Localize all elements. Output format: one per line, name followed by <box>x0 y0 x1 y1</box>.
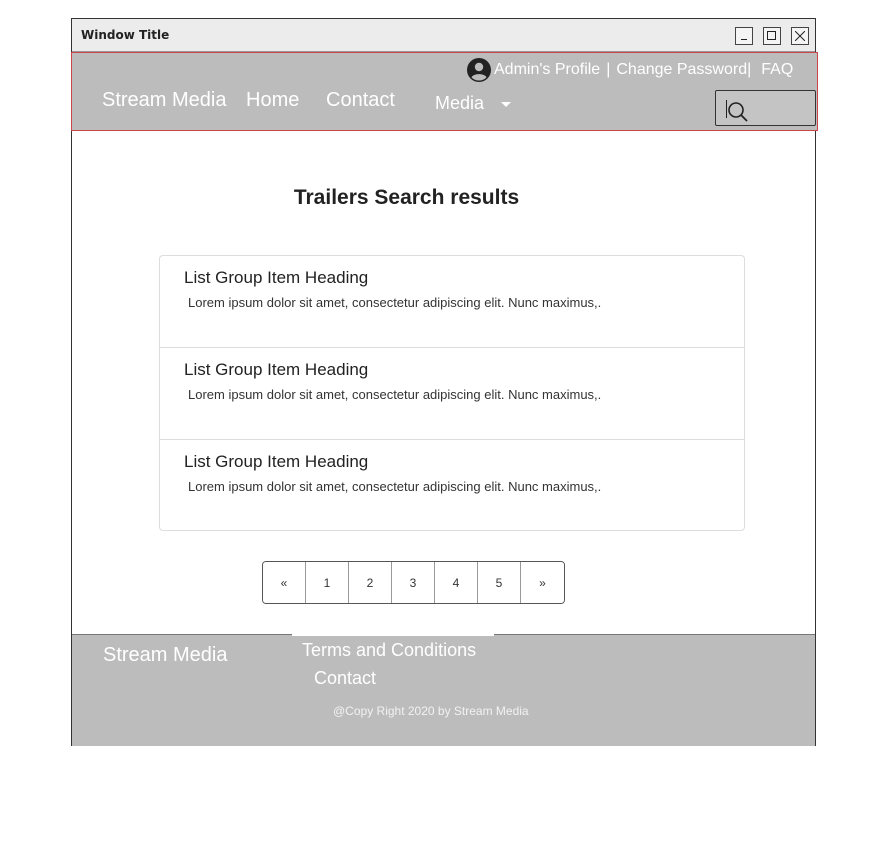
list-item-text: Lorem ipsum dolor sit amet, consectetur … <box>188 479 602 494</box>
separator: | <box>747 61 752 78</box>
list-item-heading: List Group Item Heading <box>184 360 369 379</box>
page-5-button[interactable]: 5 <box>478 562 521 603</box>
page-1-button[interactable]: 1 <box>306 562 349 603</box>
nav-media-dropdown[interactable]: Media <box>435 93 484 114</box>
page-next-button[interactable]: » <box>521 562 564 603</box>
chevron-down-icon[interactable] <box>501 102 511 107</box>
change-password-link[interactable]: Change Password <box>616 61 747 79</box>
admin-profile-link[interactable]: Admin's Profile <box>494 61 600 79</box>
search-input[interactable] <box>715 90 816 126</box>
page-prev-button[interactable]: « <box>263 562 306 603</box>
results-list: List Group Item Heading Lorem ipsum dolo… <box>159 255 745 531</box>
list-item-heading: List Group Item Heading <box>184 452 369 471</box>
list-item-text: Lorem ipsum dolor sit amet, consectetur … <box>188 295 602 310</box>
list-item-text: Lorem ipsum dolor sit amet, consectetur … <box>188 387 602 402</box>
pagination: « 1 2 3 4 5 » <box>262 561 565 604</box>
list-item[interactable]: List Group Item Heading Lorem ipsum dolo… <box>160 440 744 530</box>
page-4-button[interactable]: 4 <box>435 562 478 603</box>
footer-links: Terms and Conditions Contact <box>292 633 494 695</box>
maximize-button[interactable] <box>763 27 781 45</box>
page-title: Trailers Search results <box>293 186 520 209</box>
faq-link[interactable]: FAQ <box>761 61 793 79</box>
page-3-button[interactable]: 3 <box>392 562 435 603</box>
title-bar: Window Title <box>72 19 815 52</box>
footer-contact-link[interactable]: Contact <box>314 668 376 689</box>
footer-brand[interactable]: Stream Media <box>103 644 228 667</box>
nav-home-link[interactable]: Home <box>246 89 299 112</box>
profile-row: Admin's Profile | Change Password | FAQ <box>467 58 793 82</box>
minimize-button[interactable] <box>735 27 753 45</box>
navbar: Admin's Profile | Change Password | FAQ … <box>71 52 818 131</box>
close-icon <box>795 31 805 41</box>
user-avatar-icon <box>467 58 491 82</box>
page-2-button[interactable]: 2 <box>349 562 392 603</box>
list-item-heading: List Group Item Heading <box>184 268 369 287</box>
window-title: Window Title <box>81 28 170 42</box>
nav-contact-link[interactable]: Contact <box>326 89 395 112</box>
list-item[interactable]: List Group Item Heading Lorem ipsum dolo… <box>160 256 744 348</box>
close-button[interactable] <box>791 27 809 45</box>
separator: | <box>606 61 611 78</box>
footer: Stream Media Terms and Conditions Contac… <box>72 633 815 746</box>
brand-link[interactable]: Stream Media <box>102 89 227 112</box>
terms-link[interactable]: Terms and Conditions <box>302 640 476 661</box>
search-icon <box>728 102 748 122</box>
app-window: Window Title Admin's Profile | Change Pa… <box>71 18 818 746</box>
copyright-text: @Copy Right 2020 by Stream Media <box>333 704 529 718</box>
list-item[interactable]: List Group Item Heading Lorem ipsum dolo… <box>160 348 744 440</box>
